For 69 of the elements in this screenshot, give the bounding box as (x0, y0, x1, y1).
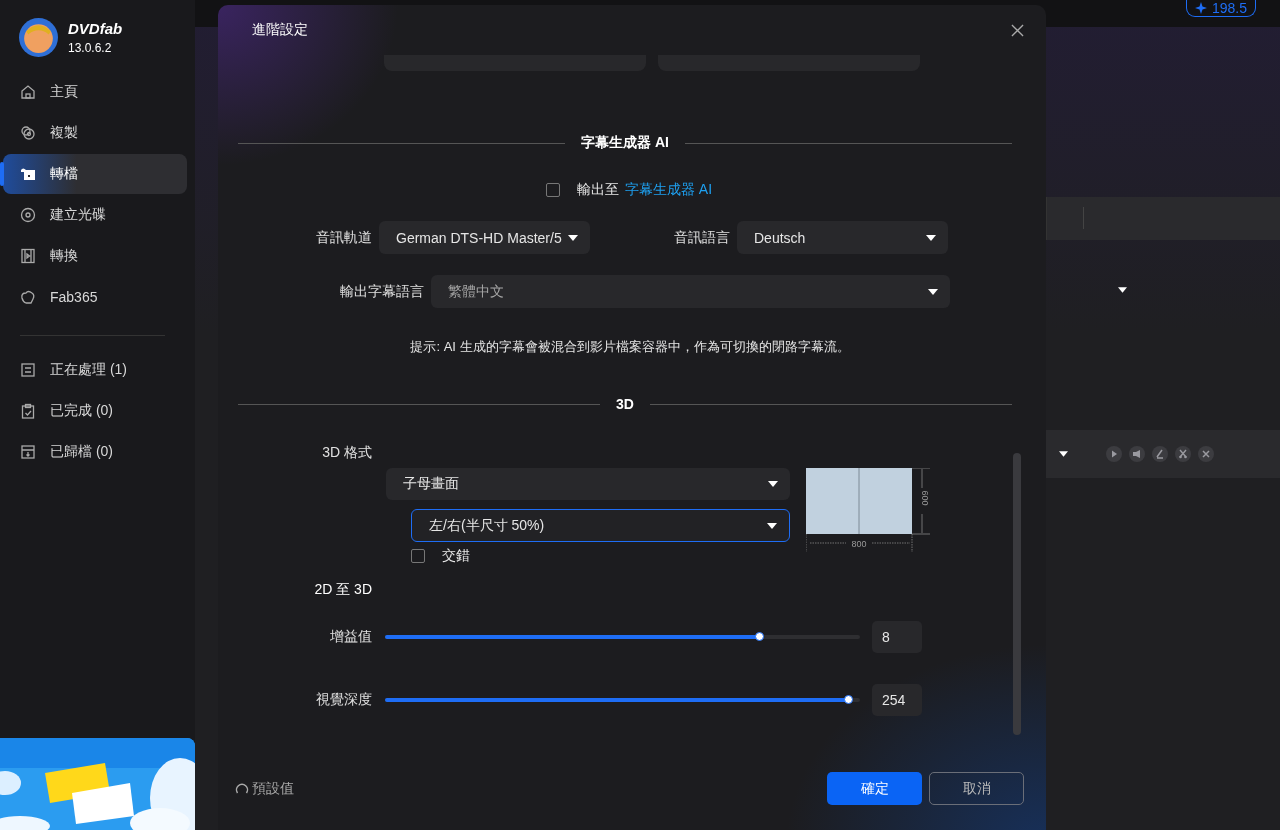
discs-icon (20, 125, 36, 141)
cancel-button[interactable]: 取消 (929, 772, 1024, 805)
caret-icon[interactable] (1118, 287, 1127, 293)
field-label: 音訊軌道 (315, 228, 372, 247)
app-name: DVDfab (68, 19, 123, 37)
slider-thumb[interactable] (755, 632, 765, 641)
field-label: 3D 格式 (321, 444, 372, 462)
home-icon (20, 84, 36, 100)
play-icon[interactable] (1106, 446, 1122, 462)
caret-icon (767, 522, 777, 529)
close-icon[interactable] (1198, 446, 1214, 462)
reset-icon (235, 781, 249, 796)
film-icon (20, 248, 36, 264)
checkbox[interactable] (545, 183, 560, 197)
caret-icon (568, 234, 578, 241)
hint-text: 提示: AI 生成的字幕會被混合到影片檔案容器中，作為可切換的閉路字幕流。 (409, 338, 851, 356)
value-field[interactable]: 254 (872, 684, 922, 716)
checkbox-label: 交錯 (442, 547, 470, 565)
slider-label: 增益值 (329, 628, 372, 646)
slider-label: 視覺深度 (315, 691, 372, 709)
slider-track[interactable] (385, 635, 860, 639)
format-select[interactable]: 子母畫面 (386, 468, 790, 500)
edit-icon[interactable] (1152, 446, 1168, 462)
checkbox-label: 輸出至 (576, 181, 619, 199)
sidebar-item[interactable]: 主頁 (3, 72, 187, 112)
sidebar-item[interactable]: 轉換 (3, 236, 187, 276)
field-label: 輸出字幕語言 (339, 282, 424, 301)
dialog-title: 進階設定 (252, 21, 308, 39)
app-version: 13.0.6.2 (68, 40, 113, 55)
subsection-title: 2D 至 3D (313, 581, 372, 599)
folder-icon (20, 166, 36, 182)
subtitle-ai-link[interactable]: 字幕生成器 AI (624, 181, 713, 199)
caret-icon (926, 234, 936, 241)
audio-icon[interactable] (1129, 446, 1145, 462)
subtitle-language-select[interactable]: 繁體中文 (431, 275, 950, 308)
credits-badge[interactable]: 198.5 (1185, 0, 1256, 17)
reset-button[interactable]: 預設值 (235, 779, 294, 798)
width-label: 800 (851, 539, 867, 549)
credits-amount: 198.5 (1211, 0, 1247, 16)
audio-track-select[interactable]: German DTS-HD Master/5 (379, 221, 590, 254)
scrollbar[interactable] (1013, 453, 1021, 735)
section-title: 字幕生成器 AI (581, 134, 669, 152)
list-icon (20, 362, 36, 378)
sidebar-item[interactable]: 轉檔 (3, 154, 187, 194)
height-label: 600 (920, 490, 930, 506)
sidebar-item[interactable]: 已完成 (0) (3, 391, 187, 431)
confirm-button[interactable]: 確定 (827, 772, 922, 805)
close-icon[interactable] (1011, 23, 1024, 37)
sidebar-item[interactable]: 正在處理 (1) (3, 350, 187, 390)
caret-icon (768, 481, 778, 487)
value-field[interactable]: 8 (872, 621, 922, 653)
checkbox[interactable] (411, 549, 425, 563)
sidebar-item[interactable]: 建立光碟 (3, 195, 187, 235)
slider-thumb[interactable] (844, 695, 854, 704)
layout-select[interactable]: 左/右(半尺寸 50%) (411, 509, 790, 542)
logo-icon (18, 16, 59, 58)
sidebar-item[interactable]: 已歸檔 (0) (3, 432, 187, 472)
caret-icon[interactable] (1059, 451, 1068, 457)
scissors-icon[interactable] (1175, 446, 1191, 462)
field-label: 音訊語言 (673, 228, 730, 247)
audio-language-select[interactable]: Deutsch (737, 221, 948, 254)
caret-icon (928, 288, 938, 295)
sparkle-icon (1194, 2, 1207, 14)
section-title: 3D (616, 396, 634, 412)
sidebar-item[interactable]: Fab365 (3, 277, 187, 317)
clipboard-icon (20, 403, 36, 419)
sidebar-item[interactable]: 複製 (3, 113, 187, 153)
archive-icon (20, 444, 36, 460)
disc-icon (20, 207, 36, 223)
